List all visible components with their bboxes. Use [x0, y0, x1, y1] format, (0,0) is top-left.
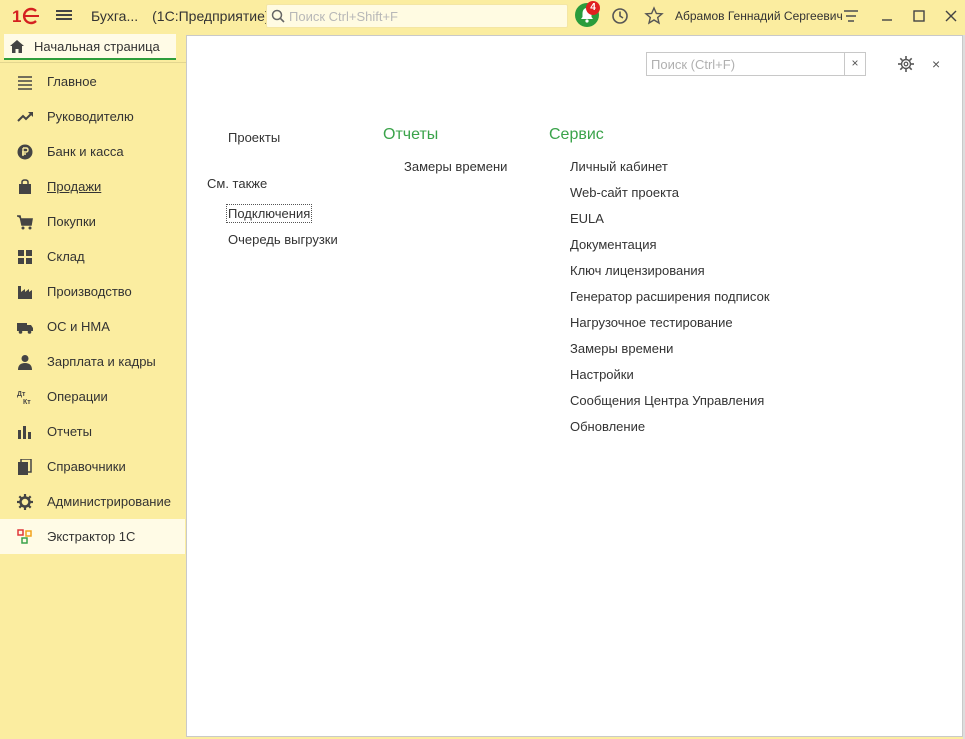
link-control-center-messages[interactable]: Сообщения Центра Управления	[570, 393, 764, 408]
sidebar-item-label: Экстрактор 1С	[47, 529, 136, 544]
app-name: Бухга...	[91, 8, 139, 24]
main-panel: Поиск (Ctrl+F) × × Проекты См. также Под…	[186, 35, 963, 737]
link-time-measurements[interactable]: Замеры времени	[570, 341, 673, 356]
link-personal-account[interactable]: Личный кабинет	[570, 159, 668, 174]
global-search-input[interactable]: Поиск Ctrl+Shift+F	[266, 4, 568, 28]
sidebar-item-label: Продажи	[47, 179, 102, 194]
books-icon	[18, 459, 32, 475]
link-project-website[interactable]: Web-сайт проекта	[570, 185, 679, 200]
tab-home[interactable]: Начальная страница	[4, 34, 176, 60]
minimize-icon[interactable]	[877, 6, 897, 26]
sidebar-item-administration[interactable]: Администрирование	[0, 484, 185, 519]
close-window-icon[interactable]	[941, 6, 961, 26]
sidebar: Главное Руководителю Банк и касса Продаж…	[0, 64, 185, 739]
sidebar-item-label: Зарплата и кадры	[47, 354, 156, 369]
link-subscription-extension-generator[interactable]: Генератор расширения подписок	[570, 289, 770, 304]
sidebar-item-main[interactable]: Главное	[0, 64, 185, 99]
link-connections[interactable]: Подключения	[225, 204, 313, 223]
link-upload-queue[interactable]: Очередь выгрузки	[228, 232, 338, 247]
clear-search-button[interactable]: ×	[844, 53, 865, 75]
favorites-star-icon[interactable]	[644, 6, 664, 26]
tabs-divider	[0, 62, 186, 63]
shopping-cart-icon	[17, 215, 33, 230]
sidebar-item-label: Банк и касса	[47, 144, 124, 159]
sidebar-item-label: ОС и НМА	[47, 319, 110, 334]
sidebar-item-directories[interactable]: Справочники	[0, 449, 185, 484]
sidebar-item-salary[interactable]: Зарплата и кадры	[0, 344, 185, 379]
bar-chart-icon	[18, 426, 31, 439]
kt-glyph: Кт	[23, 399, 31, 405]
service-section-title: Сервис	[549, 126, 604, 143]
extractor-icon	[17, 529, 32, 544]
sidebar-item-extractor[interactable]: Экстрактор 1С	[0, 519, 185, 554]
factory-icon	[18, 286, 32, 299]
sidebar-item-label: Руководителю	[47, 109, 134, 124]
sidebar-item-label: Справочники	[47, 459, 126, 474]
sidebar-item-sales[interactable]: Продажи	[0, 169, 185, 204]
warehouse-grid-icon	[18, 250, 32, 264]
trend-up-icon	[17, 112, 33, 122]
sidebar-item-fixed-assets[interactable]: ОС и НМА	[0, 309, 185, 344]
ruble-coin-icon	[17, 144, 33, 160]
sidebar-item-purchases[interactable]: Покупки	[0, 204, 185, 239]
sidebar-item-label: Отчеты	[47, 424, 92, 439]
sidebar-item-bank[interactable]: Банк и касса	[0, 134, 185, 169]
link-documentation[interactable]: Документация	[570, 237, 657, 252]
panel-search-placeholder: Поиск (Ctrl+F)	[651, 57, 736, 72]
dt-kt-icon: Дт Кт	[17, 391, 31, 405]
see-also-heading: См. также	[207, 176, 268, 191]
menu-lines-icon	[18, 76, 32, 90]
sidebar-item-warehouse[interactable]: Склад	[0, 239, 185, 274]
sidebar-item-label: Покупки	[47, 214, 96, 229]
shopping-bag-icon	[19, 179, 31, 194]
tab-home-label: Начальная страница	[34, 38, 160, 54]
sidebar-item-label: Главное	[47, 74, 97, 89]
link-license-key[interactable]: Ключ лицензирования	[570, 263, 705, 278]
person-icon	[18, 355, 32, 370]
history-icon[interactable]	[610, 6, 630, 26]
notification-count-badge: 4	[586, 1, 600, 15]
svg-text:1: 1	[12, 7, 21, 26]
link-load-testing[interactable]: Нагрузочное тестирование	[570, 315, 733, 330]
link-projects[interactable]: Проекты	[228, 130, 280, 145]
link-update[interactable]: Обновление	[570, 419, 645, 434]
sidebar-item-label: Администрирование	[47, 494, 171, 509]
sidebar-item-reports[interactable]: Отчеты	[0, 414, 185, 449]
sidebar-item-label: Производство	[47, 284, 132, 299]
app-platform: (1С:Предприятие)	[152, 8, 270, 24]
link-settings[interactable]: Настройки	[570, 367, 634, 382]
search-icon	[271, 9, 285, 23]
sidebar-item-production[interactable]: Производство	[0, 274, 185, 309]
maximize-icon[interactable]	[909, 6, 929, 26]
title-bar: 1 Бухга... (1С:Предприятие) Поиск Ctrl+Sh…	[0, 0, 965, 32]
truck-icon	[17, 323, 33, 334]
global-search-placeholder: Поиск Ctrl+Shift+F	[289, 8, 398, 24]
home-icon	[10, 39, 24, 53]
app-title: Бухга... (1С:Предприятие)	[91, 8, 270, 24]
panel-settings-gear-icon[interactable]	[897, 55, 915, 73]
link-time-measurements-report[interactable]: Замеры времени	[404, 159, 507, 174]
sidebar-item-label: Склад	[47, 249, 85, 264]
dt-glyph: Дт	[17, 391, 26, 398]
settings-menu-icon[interactable]	[841, 6, 861, 26]
current-user-name[interactable]: Абрамов Геннадий Сергеевич	[675, 9, 843, 23]
sidebar-item-operations[interactable]: Дт Кт Операции	[0, 379, 185, 414]
panel-search-input[interactable]: Поиск (Ctrl+F) ×	[646, 52, 866, 76]
1c-logo[interactable]: 1	[12, 6, 42, 26]
close-panel-button[interactable]: ×	[932, 56, 940, 72]
main-menu-icon[interactable]	[56, 8, 72, 24]
sidebar-item-label: Операции	[47, 389, 108, 404]
sidebar-item-director[interactable]: Руководителю	[0, 99, 185, 134]
gear-icon	[17, 494, 33, 510]
link-eula[interactable]: EULA	[570, 211, 604, 226]
reports-section-title: Отчеты	[383, 126, 439, 143]
